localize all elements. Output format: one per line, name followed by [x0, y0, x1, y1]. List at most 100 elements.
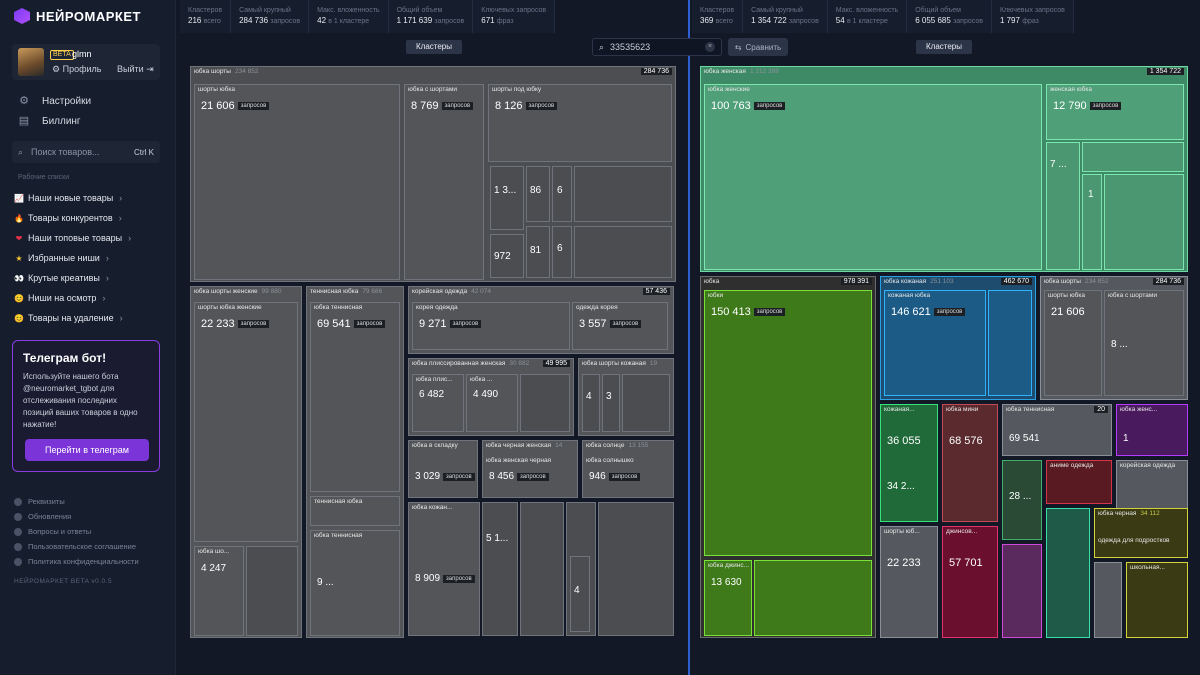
treemap-cell[interactable]	[574, 226, 672, 278]
treemap-cell[interactable]	[246, 546, 298, 636]
clusters-button-left[interactable]: Кластеры	[406, 40, 462, 54]
treemap-cell[interactable]	[1002, 544, 1042, 638]
treemap-cell[interactable]	[598, 502, 674, 636]
treemap-cell[interactable]	[520, 374, 570, 432]
product-search[interactable]: ⌕ Поиск товаров... Ctrl K	[12, 141, 160, 163]
cluster-box[interactable]: юбка черная 34 112 одежда для подростков	[1094, 508, 1188, 558]
logout-button[interactable]: Выйти ⇥	[117, 64, 154, 75]
list-item[interactable]: 🔥 Товары конкурентов ›	[14, 208, 174, 228]
cluster-value: 6 482	[419, 389, 444, 400]
treemap-right[interactable]: юбка женская 1 212 399 1 354 722 юбка жен…	[700, 66, 1190, 640]
cluster-box[interactable]: кожаная юбка 146 621 запросов	[884, 290, 986, 396]
cluster-box[interactable]: кожаная... 36 055 34 2...	[880, 404, 938, 522]
cluster-box[interactable]: джинсов... 57 701	[942, 526, 998, 638]
treemap-cell[interactable]	[1104, 174, 1184, 270]
cluster-box[interactable]: юбка теннисная 69 541 20	[1002, 404, 1112, 456]
avatar[interactable]	[18, 48, 44, 76]
treemap-cell[interactable]	[988, 290, 1032, 396]
cluster-box[interactable]: аниме одежда	[1046, 460, 1112, 504]
cluster-box[interactable]: шорты юбка 21 606	[1044, 290, 1102, 396]
cluster-box[interactable]: юбка мини 68 576	[942, 404, 998, 522]
compare-divider[interactable]	[688, 0, 690, 675]
cluster-box[interactable]: юбка ... 4 490	[466, 374, 518, 432]
treemap-cell[interactable]: 7 ...	[1046, 142, 1080, 270]
list-item[interactable]: 📈 Наши новые товары ›	[14, 188, 174, 208]
treemap-cell[interactable]	[520, 502, 564, 636]
cluster-box[interactable]: юбка джинс... 13 630	[704, 560, 752, 636]
cluster-box[interactable]: корея одежда 9 271 запросов	[412, 302, 570, 350]
cluster-title: юбка с шортами	[1108, 292, 1157, 299]
footer-link[interactable]: Политика конфиденциальности	[14, 557, 139, 566]
cluster-value: 8 126 запросов	[495, 100, 558, 112]
treemap-cell[interactable]: 4	[570, 556, 590, 632]
cluster-box[interactable]: юбка солнце 13 155 юбка солнышко 946 запро…	[582, 440, 674, 498]
telegram-button[interactable]: Перейти в телеграм	[25, 439, 149, 461]
treemap-cell[interactable]: 6	[552, 226, 572, 278]
cluster-box[interactable]: юбка черная женская 14 юбка женская черна…	[482, 440, 578, 498]
treemap-cell[interactable]: 6	[552, 166, 572, 222]
footer-link[interactable]: Вопросы и ответы	[14, 527, 91, 536]
cluster-box[interactable]: школьная...	[1126, 562, 1188, 638]
treemap-cell[interactable]	[754, 560, 872, 636]
logo[interactable]: НЕЙРОМАРКЕТ	[14, 8, 141, 24]
cluster-box[interactable]: юбка шо... 4 247	[194, 546, 244, 636]
list-item[interactable]: ❤ Наши топовые товары ›	[14, 228, 174, 248]
cluster-box[interactable]: юбка с шортами 8 769 запросов	[404, 84, 484, 280]
list-item[interactable]: 😊 Товары на удаление ›	[14, 308, 174, 328]
stat-value: 1 797	[999, 16, 1020, 25]
nav-billing[interactable]: ▤ Биллинг	[18, 115, 81, 127]
cluster-box[interactable]: юбка кожан... 8 909 запросов	[408, 502, 480, 636]
cluster-box[interactable]: юбка теннисная 9 ...	[310, 530, 400, 636]
cluster-sub-count: 234 852	[234, 68, 259, 75]
cluster-title: одежда корея	[576, 304, 618, 311]
clear-icon[interactable]: ×	[705, 42, 715, 52]
unit-badge: запросов	[237, 320, 270, 328]
cluster-box[interactable]: 28 ...	[1002, 460, 1042, 540]
treemap-cell[interactable]: 1	[1082, 174, 1102, 270]
treemap-cell[interactable]: 4	[582, 374, 600, 432]
treemap-cell[interactable]: 3	[602, 374, 620, 432]
treemap-cell[interactable]: 86	[526, 166, 550, 222]
treemap-cell[interactable]	[622, 374, 670, 432]
cluster-box[interactable]: корейская одежда	[1116, 460, 1188, 512]
cluster-box[interactable]: юбка плис... 6 482	[412, 374, 464, 432]
list-item[interactable]: 😊 Ниши на осмотр ›	[14, 288, 174, 308]
compare-button[interactable]: ⇆ Сравнить	[728, 38, 788, 56]
treemap-cell[interactable]: 5 1...	[482, 502, 518, 636]
nav-settings[interactable]: ⚙ Настройки	[18, 95, 91, 107]
clusters-button-right[interactable]: Кластеры	[916, 40, 972, 54]
footer-link[interactable]: Обновления	[14, 512, 71, 521]
cluster-box[interactable]: женская юбка 12 790 запросов	[1046, 84, 1184, 140]
footer-link[interactable]: Пользовательское соглашение	[14, 542, 136, 551]
list-item-label: Наши новые товары	[28, 193, 114, 203]
treemap-left[interactable]: юбка шорты 234 852 284 736 шорты юбка 21 …	[190, 66, 678, 640]
profile-link[interactable]: ⚙ Профиль	[52, 64, 101, 75]
cluster-box[interactable]: юбка теннисная 69 541 запросов	[310, 302, 400, 492]
cluster-box[interactable]: шорты под юбку 8 126 запросов	[488, 84, 672, 162]
cluster-box[interactable]: юбка женс... 1	[1116, 404, 1188, 456]
cluster-title: юбка плиссированная женская 30 882	[412, 360, 529, 367]
treemap-cell[interactable]	[1046, 508, 1090, 638]
cluster-box[interactable]: шорты юб... 22 233	[880, 526, 938, 638]
list-item[interactable]: 👀 Крутые креативы ›	[14, 268, 174, 288]
cluster-box[interactable]: юбка женские 100 763 запросов	[704, 84, 1042, 270]
footer-link[interactable]: Реквизиты	[14, 497, 65, 506]
list-item[interactable]: ★ Избранные ниши ›	[14, 248, 174, 268]
cluster-box[interactable]: шорты юбка 21 606 запросов	[194, 84, 400, 280]
cluster-box[interactable]: юбка с шортами 8 ...	[1104, 290, 1184, 396]
treemap-cell[interactable]	[1082, 142, 1184, 172]
treemap-cell[interactable]	[1094, 562, 1122, 638]
query-search-input[interactable]: ⌕ 33535623 ×	[592, 38, 722, 56]
cluster-box[interactable]: шорты юбка женские 22 233 запросов	[194, 302, 298, 542]
cluster-box[interactable]: одежда корея 3 557 запросов	[572, 302, 668, 350]
cluster-box[interactable]: теннисная юбка	[310, 496, 400, 526]
treemap-cell[interactable]: 972	[490, 234, 524, 278]
cluster-box[interactable]: юбка в складку 3 029 запросов	[408, 440, 478, 498]
work-lists: 📈 Наши новые товары › 🔥 Товары конкурентов ›…	[14, 188, 174, 328]
cluster-box[interactable]: юбки 150 413 запросов	[704, 290, 872, 556]
cluster-title-text: юбка шорты женские	[194, 288, 258, 295]
treemap-cell[interactable]: 1 3...	[490, 166, 524, 230]
treemap-cell[interactable]: 81	[526, 226, 550, 278]
logo-icon	[14, 8, 30, 24]
treemap-cell[interactable]	[574, 166, 672, 222]
